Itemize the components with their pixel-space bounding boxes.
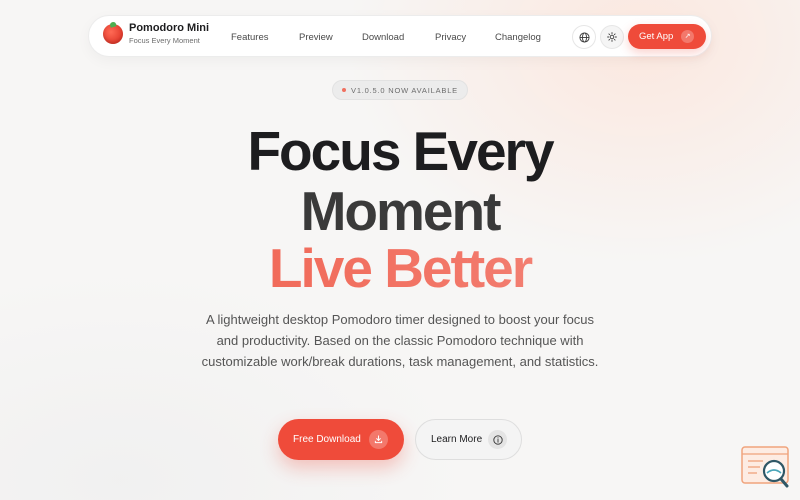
version-badge: V1.0.5.0 NOW AVAILABLE (332, 80, 468, 100)
nav-link-preview[interactable]: Preview (299, 32, 333, 43)
language-button[interactable] (572, 25, 596, 49)
free-download-label: Free Download (293, 434, 361, 445)
version-badge-text: V1.0.5.0 NOW AVAILABLE (351, 85, 458, 95)
brand-name: Pomodoro Mini (129, 22, 210, 34)
brand-tagline: Focus Every Moment (129, 36, 200, 45)
learn-more-label: Learn More (431, 434, 483, 445)
top-navbar: Pomodoro Mini Focus Every Moment Feature… (88, 15, 712, 57)
theme-toggle-button[interactable] (600, 25, 624, 49)
status-dot-icon (342, 88, 347, 92)
inspect-widget[interactable] (741, 444, 791, 490)
nav-link-privacy[interactable]: Privacy (435, 32, 466, 43)
globe-icon (578, 31, 590, 43)
arrow-up-right-icon: ↗ (681, 30, 694, 43)
nav-link-features[interactable]: Features (231, 32, 269, 43)
info-icon (488, 430, 507, 449)
nav-link-changelog[interactable]: Changelog (495, 32, 541, 43)
hero-title-line-1: Focus Every (247, 120, 554, 182)
tomato-logo-icon (103, 23, 123, 44)
brand-text: Pomodoro Mini Focus Every Moment (129, 23, 209, 45)
inspect-search-icon (741, 446, 789, 488)
brand[interactable]: Pomodoro Mini Focus Every Moment (103, 23, 209, 45)
free-download-button[interactable]: Free Download (278, 419, 404, 460)
get-app-button[interactable]: Get App ↗ (628, 24, 706, 49)
hero-title-line-2: Moment (300, 180, 502, 242)
nav-link-download[interactable]: Download (362, 32, 404, 43)
hero-title-line-3: Live Better (0, 238, 800, 298)
hero-description: A lightweight desktop Pomodoro timer des… (201, 312, 599, 369)
download-icon (369, 430, 388, 449)
sun-icon (607, 32, 617, 42)
get-app-label: Get App (639, 31, 674, 42)
learn-more-button[interactable]: Learn More (415, 419, 522, 460)
